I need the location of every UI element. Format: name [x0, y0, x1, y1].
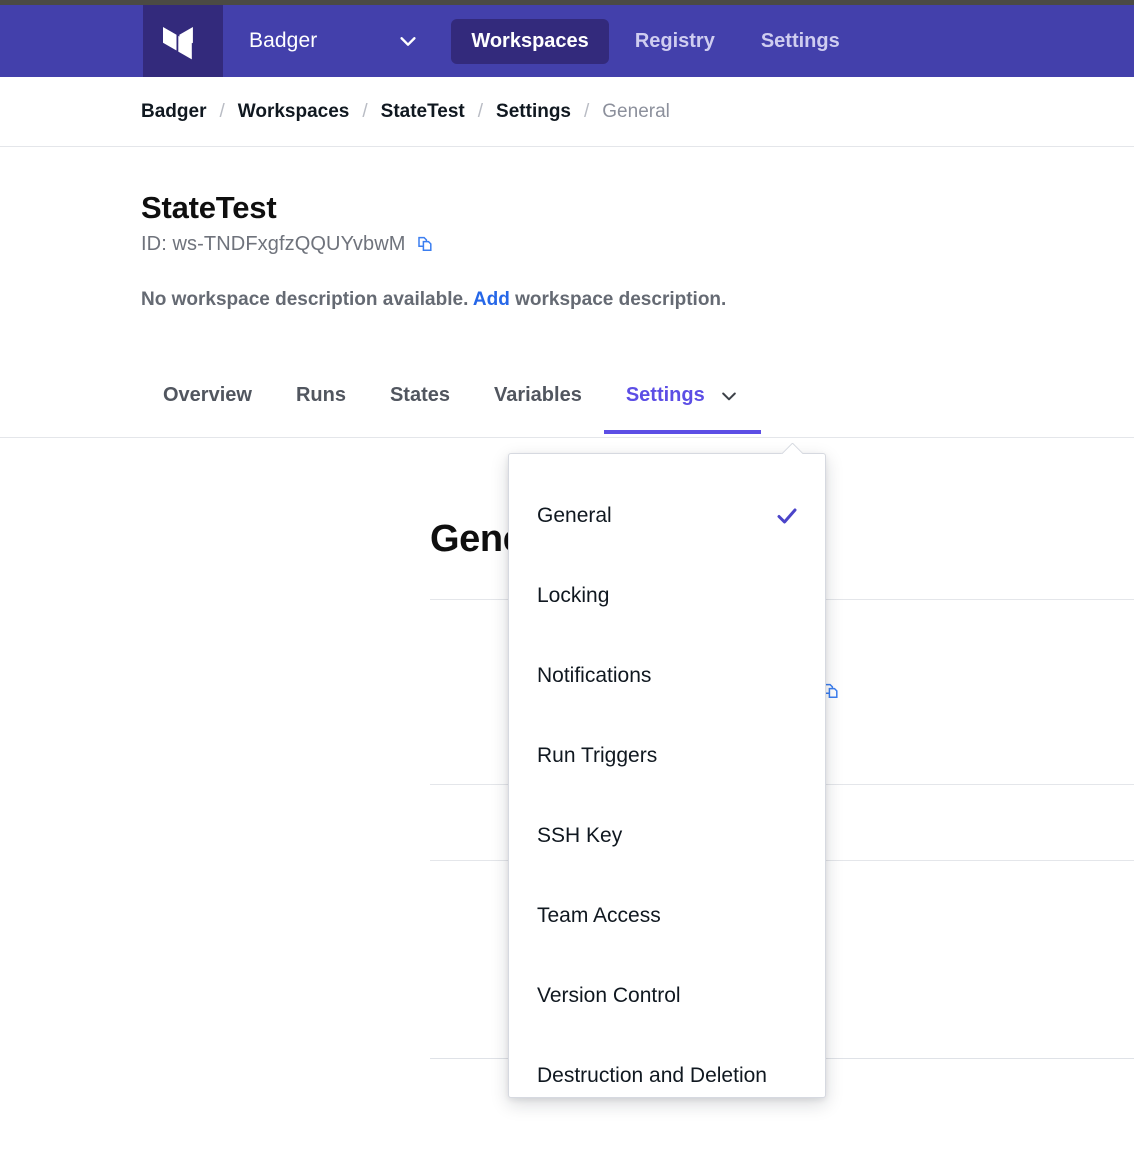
workspace-description-prefix: No workspace description available. — [141, 289, 473, 310]
nav-link-registry[interactable]: Registry — [615, 19, 735, 64]
breadcrumb-separator: / — [219, 101, 224, 123]
breadcrumb-separator: / — [362, 101, 367, 123]
nav-left-spacer — [0, 5, 143, 77]
breadcrumb-separator: / — [584, 101, 589, 123]
tab-states[interactable]: States — [368, 370, 472, 433]
breadcrumb-item-workspaces[interactable]: Workspaces — [238, 101, 350, 123]
workspace-tabs: Overview Runs States Variables Settings — [0, 370, 1134, 438]
workspace-description-suffix: workspace description. — [510, 289, 726, 310]
nav-link-workspaces[interactable]: Workspaces — [451, 19, 608, 64]
copy-icon[interactable] — [416, 235, 436, 255]
menu-item-locking[interactable]: Locking — [509, 556, 825, 636]
menu-item-team-access[interactable]: Team Access — [509, 876, 825, 956]
global-nav-links: Workspaces Registry Settings — [451, 5, 859, 77]
chevron-down-icon — [397, 30, 419, 52]
tab-runs-label: Runs — [296, 384, 346, 407]
menu-item-run-triggers[interactable]: Run Triggers — [509, 716, 825, 796]
breadcrumb: Badger / Workspaces / StateTest / Settin… — [0, 77, 1134, 147]
global-navigation-bar: Badger Workspaces Registry Settings — [0, 5, 1134, 77]
menu-item-label: Notifications — [537, 664, 651, 688]
app-root: Badger Workspaces Registry Settings Badg… — [0, 0, 1134, 1174]
page-title: StateTest — [141, 189, 1134, 226]
tab-variables[interactable]: Variables — [472, 370, 604, 433]
breadcrumb-item-badger[interactable]: Badger — [141, 101, 206, 123]
settings-dropdown-menu: General Locking Notifications Run Trigge… — [508, 453, 826, 1098]
breadcrumb-item-statetest[interactable]: StateTest — [381, 101, 465, 123]
nav-link-settings[interactable]: Settings — [741, 19, 860, 64]
breadcrumb-separator: / — [478, 101, 483, 123]
breadcrumb-item-general: General — [602, 101, 670, 123]
menu-item-label: Version Control — [537, 984, 681, 1008]
workspace-header: StateTest ID: ws-TNDFxgfzQQUYvbwM No wor… — [0, 147, 1134, 311]
breadcrumb-item-settings[interactable]: Settings — [496, 101, 571, 123]
dropdown-arrow-icon — [781, 443, 803, 454]
terraform-logo-icon[interactable] — [143, 5, 223, 77]
workspace-id-row: ID: ws-TNDFxgfzQQUYvbwM — [141, 233, 1134, 256]
menu-item-destruction-and-deletion[interactable]: Destruction and Deletion — [509, 1036, 825, 1116]
menu-item-label: Destruction and Deletion — [537, 1064, 767, 1088]
org-switcher[interactable]: Badger — [223, 5, 437, 77]
org-name-label: Badger — [249, 29, 317, 53]
menu-item-label: Run Triggers — [537, 744, 657, 768]
menu-item-label: General — [537, 504, 612, 528]
tab-variables-label: Variables — [494, 384, 582, 407]
menu-item-label: SSH Key — [537, 824, 622, 848]
tab-settings-label: Settings — [626, 384, 705, 407]
check-icon — [775, 504, 799, 528]
tab-overview-label: Overview — [163, 384, 252, 407]
menu-item-ssh-key[interactable]: SSH Key — [509, 796, 825, 876]
menu-item-version-control[interactable]: Version Control — [509, 956, 825, 1036]
workspace-description: No workspace description available. Add … — [141, 289, 1134, 311]
workspace-id-label: ID: ws-TNDFxgfzQQUYvbwM — [141, 233, 406, 256]
tab-settings[interactable]: Settings — [604, 370, 761, 433]
add-description-link[interactable]: Add — [473, 289, 510, 310]
tab-states-label: States — [390, 384, 450, 407]
menu-item-general[interactable]: General — [509, 476, 825, 556]
menu-item-label: Locking — [537, 584, 609, 608]
tab-runs[interactable]: Runs — [274, 370, 368, 433]
menu-item-label: Team Access — [537, 904, 661, 928]
menu-item-notifications[interactable]: Notifications — [509, 636, 825, 716]
chevron-down-icon[interactable] — [719, 386, 739, 406]
settings-dropdown-list: General Locking Notifications Run Trigge… — [509, 454, 825, 1132]
tab-overview[interactable]: Overview — [141, 370, 274, 433]
